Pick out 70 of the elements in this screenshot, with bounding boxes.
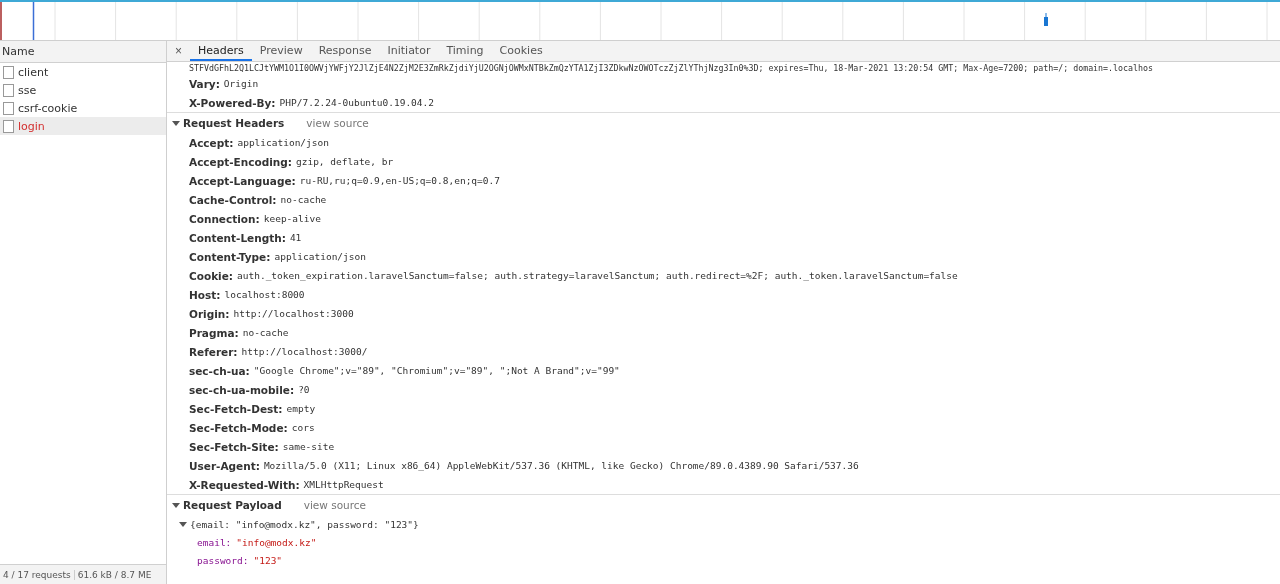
header-value: ?0 [298,384,310,395]
header-name: Connection: [189,212,260,225]
header-value: localhost:8000 [224,289,305,300]
header-value: keep-alive [263,213,321,224]
payload-key: email: [197,536,232,548]
header-name: Accept-Language: [189,174,296,187]
header-value: gzip, deflate, br [296,156,394,167]
header-value: auth._token_expiration.laravelSanctum=false; auth.strategy=laravelSanctum; auth.redirect=%2F; auth._token.laravelSanctum=false [237,270,958,281]
view-source-link[interactable]: view source [306,117,369,129]
header-name: Accept-Encoding: [189,155,292,168]
header-name: Host: [189,288,221,301]
payload-key: password: [197,554,249,566]
header-name: Sec-Fetch-Dest: [189,402,283,415]
header-value: application/json [274,251,366,262]
close-button[interactable]: × [167,41,190,61]
details-tab[interactable]: Headers [190,41,252,61]
header-value: http://localhost:3000/ [241,346,368,357]
request-count: 4 / 17 requests [2,569,72,580]
header-value: ru-RU,ru;q=0.9,en-US;q=0.8,en;q=0.7 [299,175,500,186]
details-tab[interactable]: Initiator [379,41,439,61]
header-value: Mozilla/5.0 (X11; Linux x86_64) AppleWebKit/537.36 (KHTML, like Gecko) Chrome/89.0.4389.90 Safari/537.36 [263,460,859,471]
header-value: STFVdGFhL2Q1LCJtYWM1O1I0OWVjYWFjY2JlZjE4N2ZjM2E3ZmRkZjdiYjU2OGNjOWMxNTBkZmQzYTA1ZjI3ZDkwNzOWOTczZjZlYThjNzg3In0%3D; expires=Thu, 18-Mar-2021 13:20:54 GMT; Max-Age=7200; path=/; domain=.localhos [188,62,1155,74]
header-value: XMLHttpRequest [303,479,384,490]
header-value: PHP/7.2.24-0ubuntu0.19.04.2 [279,97,434,108]
file-icon [3,65,14,79]
name-column-header[interactable]: Name [0,41,166,63]
header-name: Cache-Control: [189,193,277,206]
header-value: empty [286,403,316,414]
section-title[interactable]: Request Headers [183,117,285,129]
header-name: Origin: [189,307,230,320]
header-value: http://localhost:3000 [233,308,354,319]
header-value: "Google Chrome";v="89", "Chromium";v="89", ";Not A Brand";v="99" [253,365,620,376]
header-value: 41 [289,232,302,243]
header-name: Accept: [189,136,234,149]
header-name: Pragma: [189,326,239,339]
header-value: no-cache [242,327,289,338]
header-value: no-cache [280,194,327,205]
header-name: Sec-Fetch-Mode: [189,421,288,434]
payload-value: "123" [253,554,283,566]
request-row[interactable]: login [0,117,166,135]
file-icon [3,83,14,97]
payload-summary[interactable]: {email: "info@modx.kz", password: "123"} [190,518,419,530]
header-name: Vary: [189,77,220,90]
caret-icon[interactable] [172,501,180,509]
file-icon [3,119,14,133]
header-name: Content-Type: [189,250,271,263]
header-value: same-site [282,441,335,452]
caret-icon[interactable] [172,119,180,127]
header-name: Sec-Fetch-Site: [189,440,279,453]
caret-icon[interactable] [179,520,187,528]
header-name: X-Powered-By: [189,96,276,109]
details-tab[interactable]: Preview [251,41,311,61]
header-name: User-Agent: [189,459,260,472]
header-name: sec-ch-ua: [189,364,250,377]
header-name: sec-ch-ua-mobile: [189,383,295,396]
header-value: Origin [223,78,259,89]
section-title[interactable]: Request Payload [183,499,282,511]
details-tab[interactable]: Cookies [491,41,551,61]
file-icon [3,101,14,115]
details-tab[interactable]: Timing [438,41,492,61]
details-tab[interactable]: Response [310,41,380,61]
payload-value: "info@modx.kz" [236,536,317,548]
transfer-size: 61.6 kB / 8.7 ME [73,569,155,580]
view-source-link[interactable]: view source [303,499,367,511]
header-name: Referer: [189,345,238,358]
header-name: Content-Length: [189,231,286,244]
header-value: application/json [237,137,329,148]
header-value: cors [291,422,315,433]
header-name: X-Requested-With: [189,478,300,491]
header-name: Cookie: [189,269,234,282]
